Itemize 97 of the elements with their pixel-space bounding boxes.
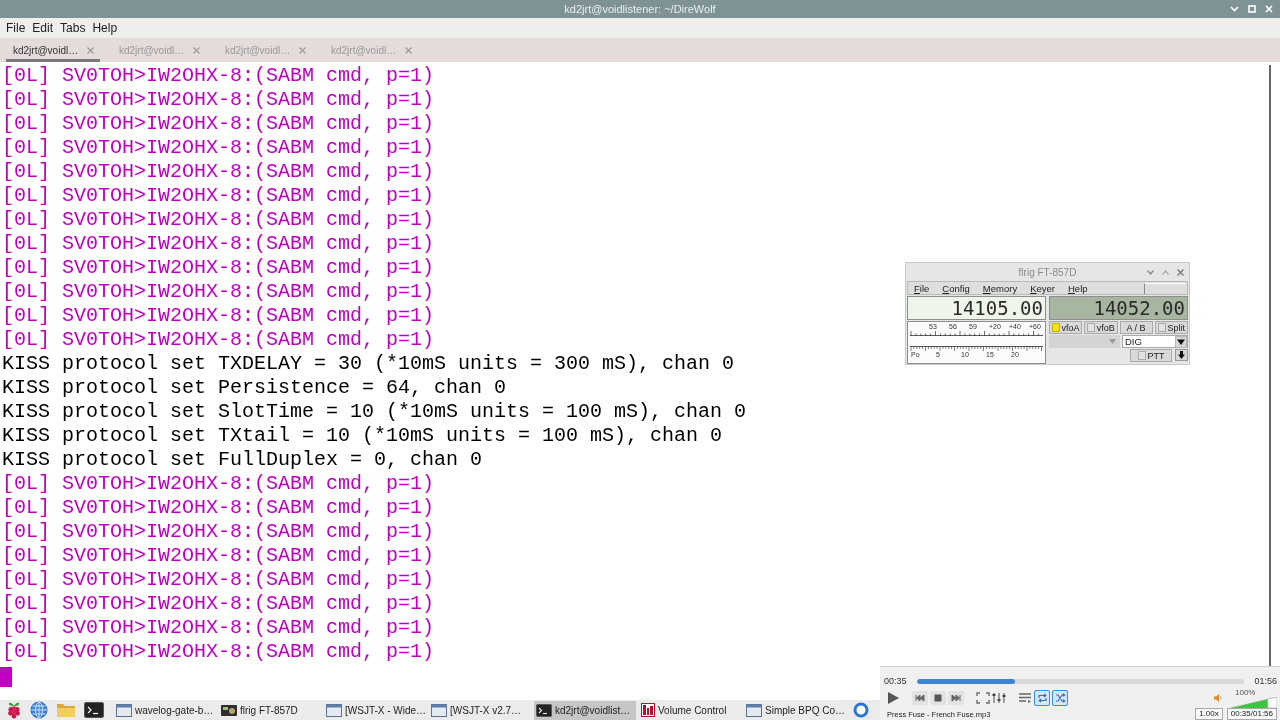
taskbar-button[interactable]: flrig FT-857D bbox=[219, 700, 321, 720]
status-field bbox=[1144, 282, 1185, 294]
shuffle-icon bbox=[1054, 693, 1066, 703]
terminal-line: [0L] SV0TOH>IW2OHX-8:(SABM cmd, p=1) bbox=[2, 544, 435, 568]
close-icon[interactable] bbox=[87, 46, 94, 54]
total-time: 01:56 bbox=[1254, 676, 1277, 686]
toggle-button[interactable]: vfoA bbox=[1049, 321, 1083, 334]
folder-icon[interactable] bbox=[56, 702, 76, 718]
terminal-line: [0L] SV0TOH>IW2OHX-8:(SABM cmd, p=1) bbox=[2, 232, 435, 256]
menu-item[interactable]: Help bbox=[1067, 282, 1088, 294]
playback-speed[interactable]: 1.00x bbox=[1195, 708, 1223, 720]
terminal-line: [0L] SV0TOH>IW2OHX-8:(SABM cmd, p=1) bbox=[2, 304, 435, 328]
terminal-line: KISS protocol set Persistence = 64, chan 0 bbox=[2, 376, 507, 400]
terminal-line: [0L] SV0TOH>IW2OHX-8:(SABM cmd, p=1) bbox=[2, 64, 435, 88]
window-icon bbox=[116, 703, 132, 717]
window-title: flrig FT-857D bbox=[1018, 266, 1077, 278]
menu-item[interactable]: Keyer bbox=[1030, 282, 1055, 294]
terminal-line: KISS protocol set SlotTime = 10 (*10mS units = 100 mS), chan 0 bbox=[2, 400, 747, 424]
terminal-line: [0L] SV0TOH>IW2OHX-8:(SABM cmd, p=1) bbox=[2, 280, 435, 304]
menu-item[interactable]: Edit bbox=[32, 21, 54, 35]
elapsed-time: 00:35 bbox=[884, 676, 907, 686]
frequency-display[interactable]: 14105.00 bbox=[907, 296, 1046, 320]
push-button[interactable]: A / B bbox=[1119, 321, 1153, 334]
loop-button[interactable] bbox=[1034, 690, 1050, 706]
close-icon[interactable] bbox=[1177, 268, 1184, 276]
terminal-line: [0L] SV0TOH>IW2OHX-8:(SABM cmd, p=1) bbox=[2, 592, 435, 616]
time-display: 00:35/01:56 bbox=[1226, 708, 1277, 720]
terminal-line: [0L] SV0TOH>IW2OHX-8:(SABM cmd, p=1) bbox=[2, 568, 435, 592]
terminal-line: KISS protocol set TXDELAY = 30 (*10mS units = 300 mS), chan 0 bbox=[2, 352, 735, 376]
terminal-line: [0L] SV0TOH>IW2OHX-8:(SABM cmd, p=1) bbox=[2, 496, 435, 520]
stop-icon[interactable] bbox=[930, 691, 946, 705]
taskbar-button[interactable]: kd2jrt@voidlist… bbox=[534, 700, 636, 720]
toggle-button[interactable]: Split bbox=[1154, 321, 1188, 334]
frequency-display[interactable]: 14052.00 bbox=[1049, 296, 1188, 320]
caret-icon[interactable] bbox=[1175, 335, 1187, 348]
taskbar-button[interactable]: [WSJT-X v2.7… bbox=[429, 700, 531, 720]
volume-slider[interactable] bbox=[1231, 697, 1277, 708]
terminal-line: [0L] SV0TOH>IW2OHX-8:(SABM cmd, p=1) bbox=[2, 616, 435, 640]
terminal-line: [0L] SV0TOH>IW2OHX-8:(SABM cmd, p=1) bbox=[2, 640, 435, 664]
menu-item[interactable]: Help bbox=[92, 21, 118, 35]
taskbar-button[interactable]: [WSJT-X - Wide… bbox=[324, 700, 426, 720]
menu-item[interactable]: Memory bbox=[982, 282, 1018, 294]
terminal-icon bbox=[536, 703, 552, 717]
terminal-line: [0L] SV0TOH>IW2OHX-8:(SABM cmd, p=1) bbox=[2, 208, 435, 232]
dropdown-field[interactable] bbox=[1049, 335, 1120, 348]
sliders-icon[interactable] bbox=[992, 692, 1006, 704]
chevron-up-icon[interactable] bbox=[1162, 269, 1169, 275]
playlist-icon[interactable] bbox=[1018, 692, 1032, 704]
menu-item[interactable]: Tabs bbox=[60, 21, 86, 35]
taskbar-button[interactable]: Simple BPQ Co… bbox=[744, 700, 846, 720]
menu-item[interactable]: File bbox=[6, 21, 26, 35]
ptt-button[interactable]: PTT bbox=[1130, 349, 1172, 362]
minimize-icon[interactable] bbox=[1230, 6, 1239, 12]
fullscreen-icon[interactable] bbox=[976, 692, 990, 704]
mode-dropdown[interactable]: DIG bbox=[1122, 335, 1188, 348]
maximize-icon[interactable] bbox=[1248, 5, 1256, 13]
terminal-line: KISS protocol set FullDuplex = 0, chan 0 bbox=[2, 448, 483, 472]
shuffle-button[interactable] bbox=[1052, 690, 1068, 706]
terminal-line: [0L] SV0TOH>IW2OHX-8:(SABM cmd, p=1) bbox=[2, 256, 435, 280]
toggle-button[interactable]: vfoB bbox=[1084, 321, 1118, 334]
taskbar-button[interactable]: wavelog-gate-b… bbox=[114, 700, 216, 720]
terminal-line: [0L] SV0TOH>IW2OHX-8:(SABM cmd, p=1) bbox=[2, 520, 435, 544]
close-icon[interactable] bbox=[299, 46, 306, 54]
close-icon[interactable] bbox=[193, 46, 200, 54]
window-icon bbox=[326, 703, 342, 717]
speaker-icon[interactable] bbox=[1213, 693, 1223, 703]
window-icon bbox=[431, 703, 447, 717]
terminal-line: [0L] SV0TOH>IW2OHX-8:(SABM cmd, p=1) bbox=[2, 328, 435, 352]
terminal-icon[interactable] bbox=[84, 702, 104, 718]
terminal-line: [0L] SV0TOH>IW2OHX-8:(SABM cmd, p=1) bbox=[2, 136, 435, 160]
down-arrow-icon[interactable] bbox=[1175, 349, 1188, 361]
scrollbar[interactable] bbox=[1269, 65, 1271, 667]
radio-icon bbox=[221, 703, 237, 717]
raspberry-icon[interactable] bbox=[6, 701, 22, 719]
terminal-line: [0L] SV0TOH>IW2OHX-8:(SABM cmd, p=1) bbox=[2, 184, 435, 208]
taskbar-button[interactable]: Volume Control bbox=[639, 700, 741, 720]
progress-slider[interactable] bbox=[916, 678, 1245, 684]
skip-forward-icon[interactable] bbox=[948, 691, 964, 705]
terminal-line: [0L] SV0TOH>IW2OHX-8:(SABM cmd, p=1) bbox=[2, 112, 435, 136]
menu-item[interactable]: File bbox=[914, 282, 930, 294]
terminal-line: KISS protocol set TXtail = 10 (*10mS units = 100 mS), chan 0 bbox=[2, 424, 723, 448]
menu-item[interactable]: Config bbox=[942, 282, 970, 294]
play-icon[interactable] bbox=[886, 691, 900, 705]
ring-icon[interactable] bbox=[853, 702, 869, 718]
repeat-icon bbox=[1036, 693, 1048, 703]
terminal-line: [0L] SV0TOH>IW2OHX-8:(SABM cmd, p=1) bbox=[2, 88, 435, 112]
caret-icon bbox=[1109, 339, 1116, 344]
chevron-down-icon[interactable] bbox=[1147, 269, 1154, 275]
terminal-line: [0L] SV0TOH>IW2OHX-8:(SABM cmd, p=1) bbox=[2, 472, 435, 496]
close-icon[interactable] bbox=[405, 46, 412, 54]
terminal-line: [0L] SV0TOH>IW2OHX-8:(SABM cmd, p=1) bbox=[2, 160, 435, 184]
skip-back-icon[interactable] bbox=[912, 691, 928, 705]
volume-reading: 100% bbox=[1234, 688, 1257, 697]
window-title: kd2jrt@voidlistener: ~/DireWolf bbox=[564, 3, 716, 15]
mixer-icon bbox=[641, 703, 655, 717]
window-icon bbox=[746, 703, 762, 717]
globe-icon[interactable] bbox=[30, 701, 48, 719]
